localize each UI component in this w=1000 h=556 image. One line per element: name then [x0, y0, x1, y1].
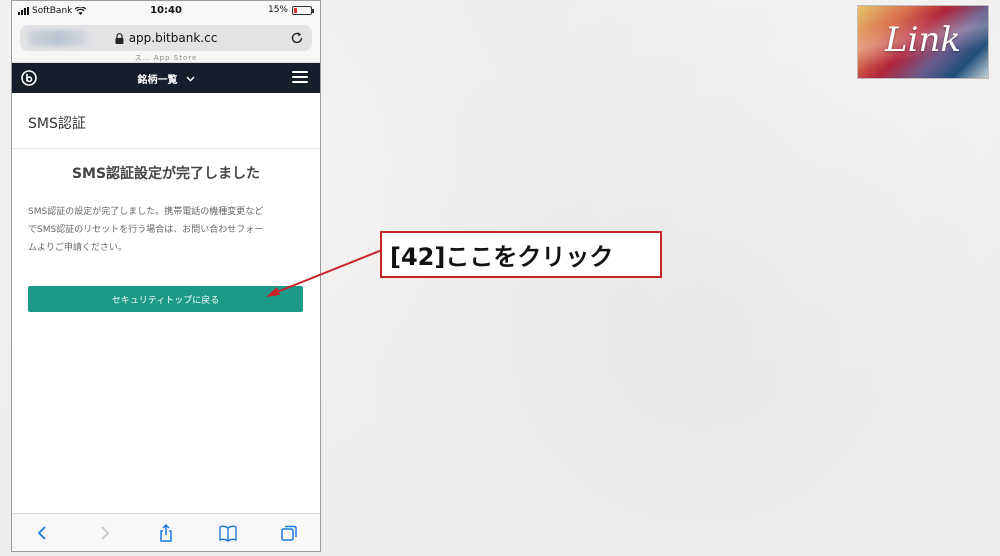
battery-icon — [292, 5, 314, 15]
instruction-callout: [42]ここをクリック — [380, 231, 662, 278]
url-text: app.bitbank.cc — [128, 31, 218, 45]
reload-icon[interactable] — [290, 31, 304, 45]
status-bar: SoftBank 10:40 15% — [12, 1, 320, 21]
battery-percent: 15% — [267, 5, 288, 15]
back-arrow-icon[interactable] — [33, 523, 53, 543]
brand-logo-text: Link — [885, 20, 961, 60]
address-subtext: ス… App Store — [134, 54, 198, 62]
site-nav: 銘柄一覧 — [12, 63, 320, 93]
pointer-arrow — [266, 249, 383, 297]
safari-address-bar: app.bitbank.cc ス… App Store — [12, 21, 320, 63]
battery-fill — [294, 7, 297, 13]
brand-logo: Link — [857, 5, 989, 79]
nav-title-label: 銘柄一覧 — [137, 75, 178, 86]
battery-group: 15% — [267, 5, 314, 15]
url-field[interactable]: app.bitbank.cc — [20, 25, 312, 51]
blurred-region — [28, 30, 88, 46]
hamburger-menu-icon[interactable] — [292, 71, 308, 84]
page-title: SMS認証 — [12, 93, 320, 149]
share-icon[interactable] — [156, 523, 176, 543]
safari-toolbar — [12, 513, 320, 551]
tabs-icon[interactable] — [279, 523, 299, 543]
chevron-down-icon — [185, 75, 195, 82]
description-line: でSMS認証のリセットを行う場合は、お問い合わせフォー — [28, 225, 264, 235]
section-title: SMS認証設定が完了しました — [71, 166, 261, 182]
bookmarks-icon[interactable] — [218, 523, 238, 543]
description-line: SMS認証の設定が完了しました。携帯電話の機種変更など — [28, 207, 264, 217]
lock-icon — [115, 32, 124, 44]
symbol-list-dropdown[interactable]: 銘柄一覧 — [12, 71, 320, 86]
forward-arrow-icon[interactable] — [94, 523, 114, 543]
